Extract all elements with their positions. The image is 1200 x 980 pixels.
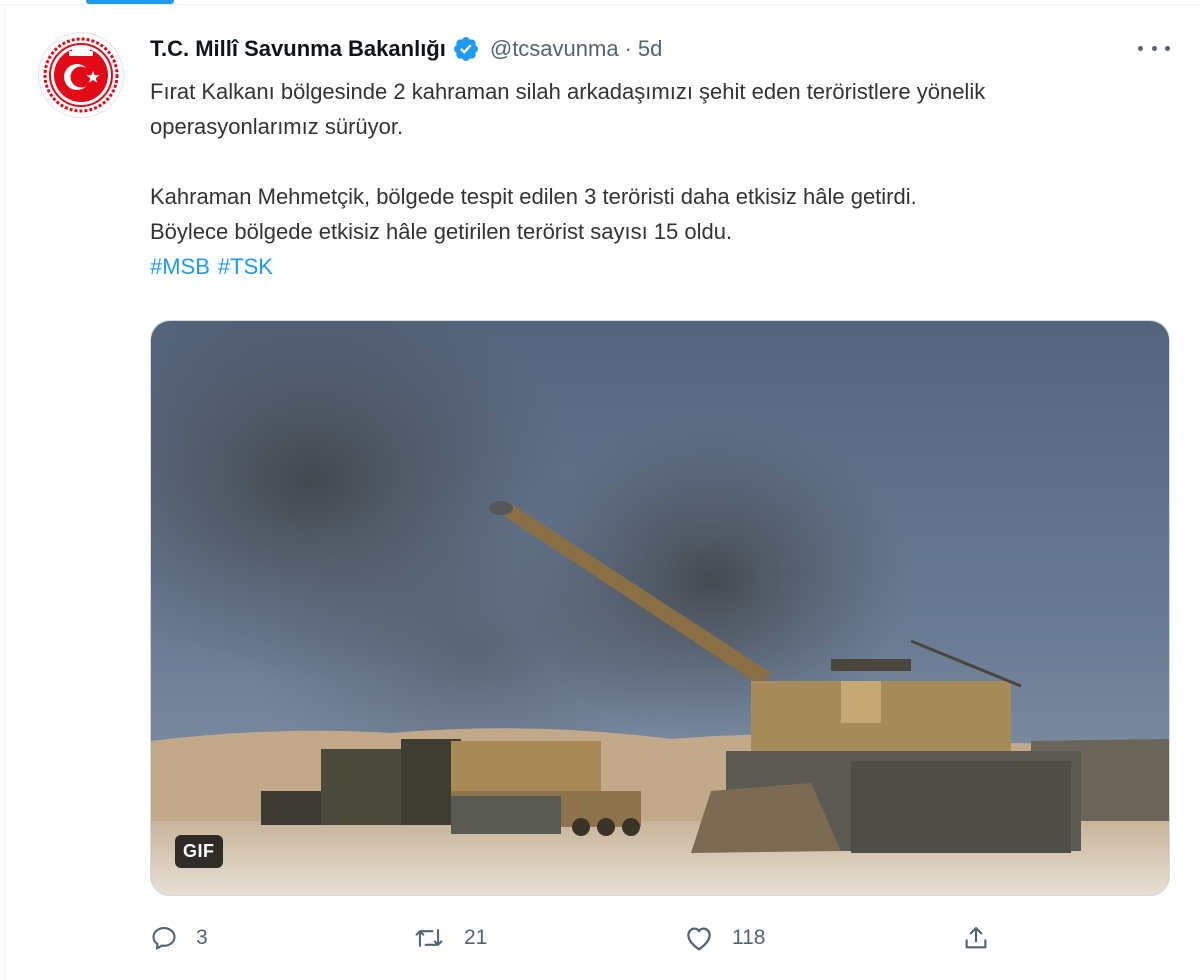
- reply-count: 3: [196, 926, 208, 949]
- tweet-header: T.C. Millî Savunma Bakanlığı @tcsavunma …: [150, 32, 662, 66]
- author-handle[interactable]: @tcsavunma: [490, 36, 619, 62]
- author-name[interactable]: T.C. Millî Savunma Bakanlığı: [150, 36, 446, 62]
- retweet-button[interactable]: 21: [412, 916, 487, 960]
- artillery-image: [151, 321, 1169, 895]
- tweet-paragraph: Kahraman Mehmetçik, bölgede tespit edile…: [150, 184, 917, 209]
- tweet-timestamp[interactable]: 5d: [638, 36, 662, 62]
- verified-badge-icon: [453, 37, 478, 61]
- separator-dot: ·: [624, 36, 632, 61]
- reply-button[interactable]: 3: [150, 916, 208, 960]
- like-icon: [687, 927, 711, 951]
- tweet-media-gif[interactable]: GIF: [150, 320, 1170, 896]
- more-options-icon[interactable]: [1138, 36, 1170, 60]
- share-icon: [965, 927, 987, 949]
- hashtag-row: #MSB #TSK: [150, 249, 1160, 284]
- reply-icon: [152, 927, 176, 950]
- avatar[interactable]: [38, 32, 124, 118]
- tweet-actions: 3 21 118: [150, 916, 1170, 960]
- tweet-paragraph: Fırat Kalkanı bölgesinde 2 kahraman sila…: [150, 79, 986, 139]
- like-button[interactable]: 118: [684, 916, 765, 960]
- hashtag-link[interactable]: #MSB: [150, 254, 210, 279]
- retweet-count: 21: [464, 926, 488, 949]
- retweet-icon: [415, 929, 443, 947]
- like-count: 118: [732, 926, 766, 949]
- gif-badge[interactable]: GIF: [175, 835, 223, 868]
- tweet-paragraph: Böylece bölgede etkisiz hâle getirilen t…: [150, 219, 733, 244]
- ministry-emblem-icon: [41, 35, 121, 115]
- tweet-text: Fırat Kalkanı bölgesinde 2 kahraman sila…: [150, 74, 1160, 284]
- hashtag-link[interactable]: #TSK: [218, 254, 273, 279]
- tweet[interactable]: T.C. Millî Savunma Bakanlığı @tcsavunma …: [0, 0, 1200, 980]
- share-button[interactable]: [962, 916, 990, 960]
